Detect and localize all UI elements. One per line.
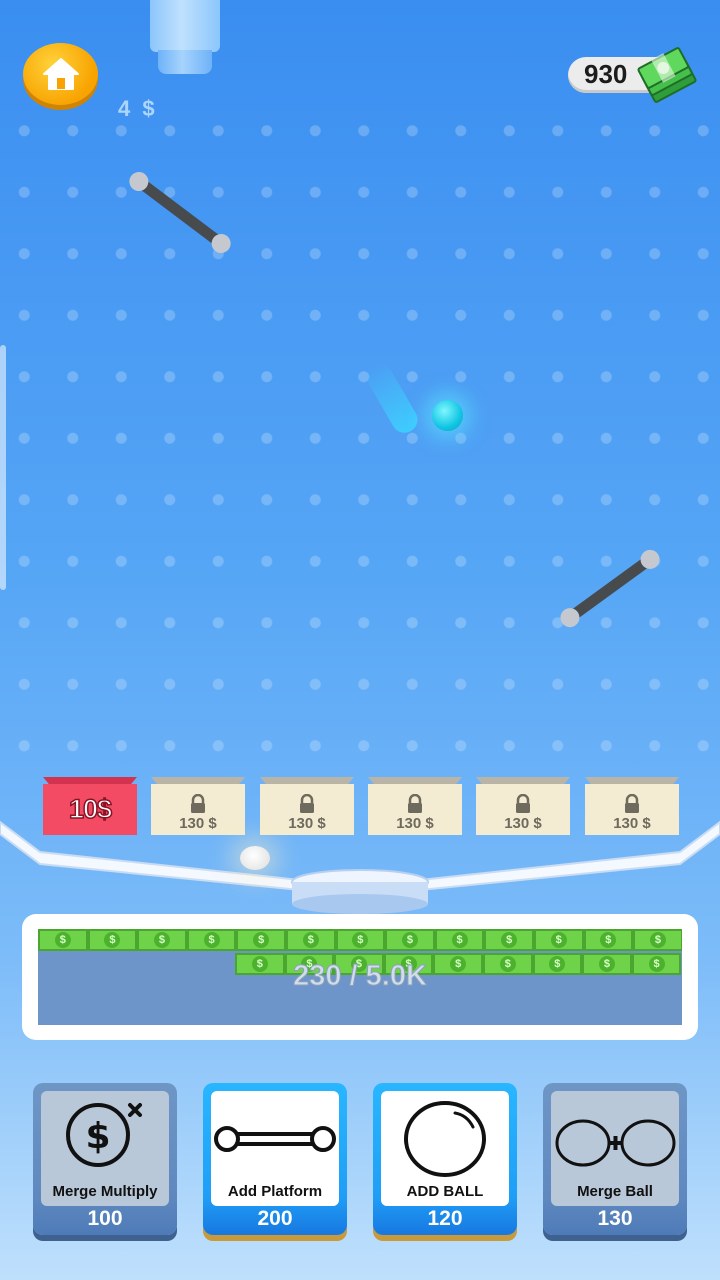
bill-tile: $ [385,929,435,951]
upgrade-cost: 200 [257,1207,293,1230]
bill-tile: $ [484,929,534,951]
upgrade-cost: 100 [87,1207,123,1230]
ball-dropper [150,0,220,74]
merge-ball-button[interactable]: Merge Ball 130 [543,1083,687,1241]
upgrade-cost: 130 [597,1207,633,1230]
bill-tile: $ [236,929,286,951]
ball-icon [404,1101,486,1177]
platform-icon [214,1126,336,1152]
bill-tile: $ [38,929,88,951]
bill-tile: $ [87,929,138,951]
dollar-icon: $ [203,932,220,948]
padlock-icon [516,794,530,813]
falling-ball [432,400,463,431]
money-tank: $ $ $ $ $ $ $ $ $ $ $ $ $ $ $ $ $ $ $ $ $ $ 230 / 5.0K [22,914,698,1040]
dollar-icon: $ [54,932,71,948]
dollar-icon: $ [550,932,567,948]
dollar-icon: $ [302,932,319,948]
bill-tile: $ [186,929,237,951]
dollar-icon: $ [104,932,121,948]
upgrade-label: Merge Multiply [52,1183,158,1200]
house-icon [42,58,79,90]
padlock-icon [300,794,314,813]
dollar-icon: $ [451,932,468,948]
padlock-icon [191,794,205,813]
cash-stack-icon [637,47,697,103]
dollar-icon: $ [649,932,666,948]
upgrade-label: Add Platform [227,1183,323,1200]
bill-tile: $ [285,929,336,951]
add-ball-button[interactable]: ADD BALL 120 [373,1083,517,1241]
earning-rate-label: 4 $ [118,96,158,121]
merge-multiply-button[interactable]: $ Merge Multiply 100 [33,1083,177,1241]
bill-tile: $ [434,929,485,951]
background-dot-grid [0,100,720,780]
dollar-coin-icon: $ [66,1103,142,1167]
dollar-icon: $ [501,932,518,948]
padlock-icon [625,794,639,813]
dollar-icon: $ [153,932,170,948]
upgrade-cost: 120 [427,1207,463,1230]
bill-tile: $ [335,929,386,951]
dollar-icon: $ [352,932,369,948]
dollar-icon: $ [401,932,418,948]
bill-tile: $ [633,929,682,951]
svg-text:$: $ [85,1116,110,1157]
add-platform-button[interactable]: Add Platform 200 [203,1083,347,1241]
bill-row: $ $ $ $ $ $ $ $ $ $ $ $ $ [38,929,682,951]
merge-balls-icon [555,1119,676,1167]
home-button[interactable] [23,43,98,105]
upgrade-label: ADD BALL [406,1183,484,1200]
dollar-icon: $ [600,932,617,948]
padlock-icon [408,794,422,813]
bill-tile: $ [533,929,584,951]
dollar-icon: $ [253,932,270,948]
money-amount: 930 [584,59,628,89]
bill-tile: $ [137,929,187,951]
tank-progress-label: 230 / 5.0K [293,960,428,993]
idle-ball [240,846,270,870]
edge-scroll-handle [0,345,6,590]
upgrade-label: Merge Ball [577,1183,653,1200]
bill-tile: $ [583,929,634,951]
